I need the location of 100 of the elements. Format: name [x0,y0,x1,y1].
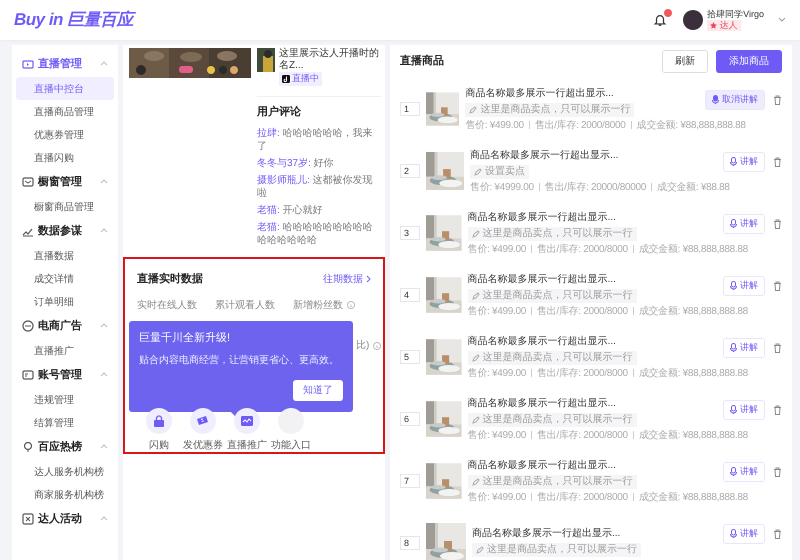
history-link[interactable]: 往期数据 [323,272,371,287]
menu-item[interactable]: 违规管理 [16,388,114,411]
tool-button[interactable]: 直播推广 [225,408,269,453]
product-name: 商品名称最多展示一行超出显示... [468,334,617,348]
explain-button[interactable]: 讲解 [723,338,765,358]
explain-button[interactable]: 讲解 [723,276,765,296]
product-stat: 售出/库存: 2000/8000 [537,490,628,504]
lock-icon [153,415,165,427]
refresh-button[interactable]: 刷新 [662,50,708,73]
ticket-icon [196,415,210,427]
sort-field[interactable]: 1 [400,102,420,116]
got-it-button[interactable]: 知道了 [293,380,343,400]
bell-icon[interactable] [653,13,668,27]
menu-icon [22,513,34,525]
menu-item[interactable]: 直播中控台 [16,77,114,100]
sort-field[interactable]: 8 [400,536,420,550]
product-stat: 成交金额: ¥88,888,888.88 [636,118,746,132]
comment: 老猫: 哈哈哈哈哈哈哈哈哈哈哈哈哈哈哈 [257,221,374,248]
menu-group[interactable]: 达人活动 [16,506,114,532]
chevron-icon [366,275,371,284]
product-stat: 售价: ¥499.00 [465,118,524,132]
product-stat: 成交金额: ¥88,888,888.88 [638,304,748,318]
menu-item[interactable]: 直播商品管理 [16,100,114,123]
menu-item[interactable]: 优惠券管理 [16,123,114,146]
comment: 老猫: 开心就好 [257,204,324,218]
info-icon [373,342,382,350]
menu-item[interactable]: 商家服务机构榜 [16,483,114,506]
stream-title: 这里展示达人开播时的名Z... [279,48,380,72]
product-name: 商品名称最多展示一行超出显示... [468,458,617,472]
product-stat: 售出/库存: 2000/8000 [534,118,626,132]
product-name: 商品名称最多展示一行超出显示... [470,148,620,162]
product-stat: 成交金额: ¥88,888,888.88 [638,428,748,442]
product-stat: 售价: ¥499.00 [468,490,526,504]
pencil-icon [472,230,480,238]
product-stat: 成交金额: ¥88.88 [657,180,730,194]
product-stat: 售价: ¥499.00 [468,242,526,256]
menu-item[interactable]: 订单明细 [16,290,114,313]
product-stat: 成交金额: ¥88,888,888.88 [638,242,748,256]
explain-button[interactable]: 讲解 [723,524,765,544]
tool-button[interactable]: 闪购 [137,408,181,453]
caret-icon[interactable] [778,17,786,23]
user-name: 拾肆同学Virgo [707,9,764,20]
popover-text: 贴合内容电商经营，让营销更省心、更高效。 [139,354,340,368]
product-stat: 成交金额: ¥88,888,888.88 [638,366,748,380]
product-stat: 售出/库存: 2000/8000 [537,428,628,442]
microphone-icon [712,95,719,104]
metric-label: 比) [356,338,370,353]
sort-field[interactable]: 7 [400,474,420,488]
pencil-icon [472,292,480,300]
product-stat: 售出/库存: 2000/8000 [537,242,628,256]
product-stat: 成交金额: ¥88,888,888.88 [638,490,748,504]
menu-item[interactable]: 达人服务机构榜 [16,460,114,483]
product-name: 商品名称最多展示一行超出显示... [468,272,617,286]
popover-title: 巨量千川全新升级! [139,330,232,346]
microphone-icon [730,281,737,290]
sort-field[interactable]: 2 [400,164,420,178]
tool-button[interactable]: 发优惠券 [181,408,225,453]
logo-text: Buy in [14,9,63,32]
menu-item[interactable]: 成交详情 [16,267,114,290]
sort-field[interactable]: 4 [400,288,420,302]
tool-button[interactable]: 功能入口 [269,408,313,453]
metric-label: 新增粉丝数 [293,298,343,312]
menu-group[interactable]: 数据参谋 [16,218,114,244]
explain-button[interactable]: 讲解 [723,214,765,234]
explain-button[interactable]: 讲解 [723,152,765,172]
product-name: 商品名称最多展示一行超出显示... [465,86,615,100]
explain-button[interactable]: 讲解 [723,400,765,420]
chart-icon [241,415,253,427]
product-stat: 售出/库存: 2000/8000 [537,366,628,380]
menu-item[interactable]: 结算管理 [16,411,114,434]
role-tag: 达人 [707,20,741,31]
menu-group[interactable]: 账号管理 [16,362,114,388]
product-stat: 售出/库存: 20000/80000 [544,180,646,194]
microphone-icon [730,467,737,476]
microphone-icon [730,343,737,352]
menu-item[interactable]: 直播数据 [16,244,114,267]
menu-item[interactable]: 橱窗商品管理 [16,195,114,218]
menu-icon [22,441,34,453]
live-badge: 直播中 [279,72,322,86]
add-product-button[interactable]: 添加商品 [716,50,782,73]
pencil-icon [472,478,480,486]
microphone-icon [730,157,737,166]
menu-group[interactable]: 直播管理 [16,51,114,77]
sort-field[interactable]: 5 [400,350,420,364]
product-stat: 售价: ¥499.00 [468,366,526,380]
sort-field[interactable]: 3 [400,226,420,240]
menu-group[interactable]: 百应热榜 [16,434,114,460]
avatar[interactable] [683,10,704,30]
music-note-icon [282,74,290,83]
menu-group[interactable]: 电商广告 [16,313,114,339]
sort-field[interactable]: 6 [400,412,420,426]
explain-button[interactable]: 取消讲解 [705,90,765,110]
metric-label: 实时在线人数 [137,298,197,312]
menu-item[interactable]: 直播闪购 [16,146,114,169]
menu-item[interactable]: 直播推广 [16,339,114,362]
comment: 拉肆: 哈哈哈哈哈哈，我来了 [257,127,374,154]
product-stat: 售价: ¥499.00 [468,304,526,318]
menu-icon [22,58,34,70]
menu-group[interactable]: 橱窗管理 [16,169,114,195]
explain-button[interactable]: 讲解 [723,462,765,482]
